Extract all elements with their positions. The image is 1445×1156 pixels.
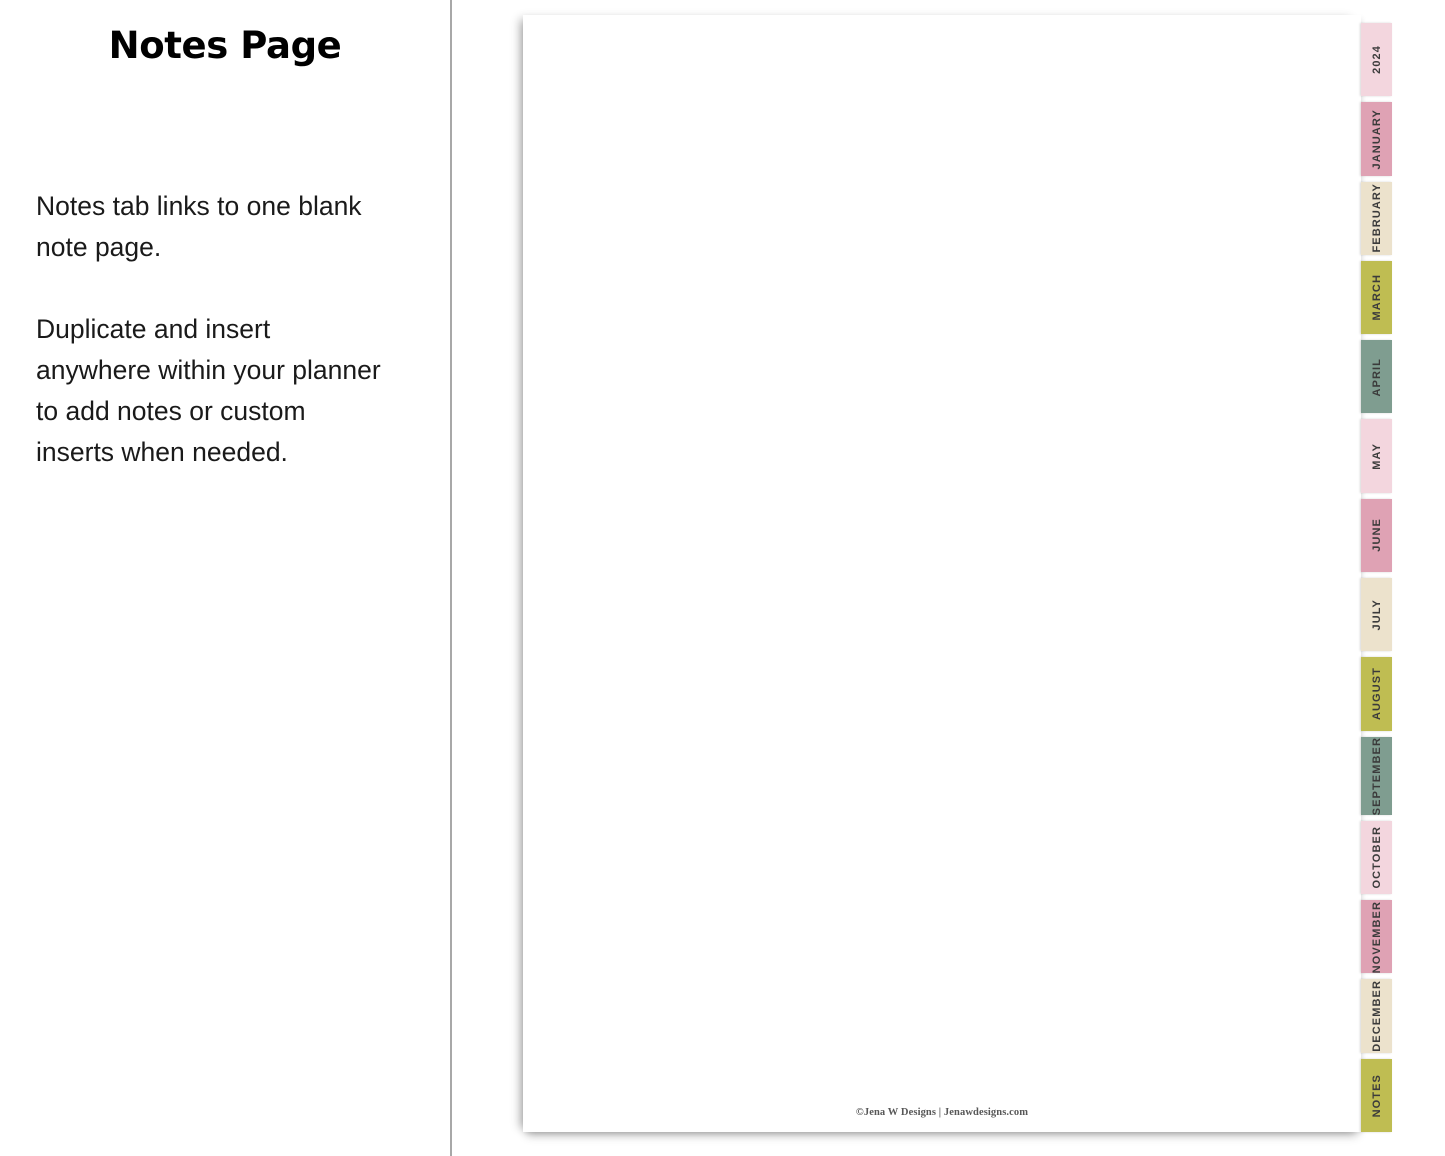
tab-label: NOVEMBER [1370, 900, 1383, 973]
tab-november[interactable]: NOVEMBER [1361, 900, 1392, 974]
panel-divider [450, 0, 452, 1156]
tab-june[interactable]: JUNE [1361, 498, 1392, 572]
tab-july[interactable]: JULY [1361, 577, 1392, 652]
tab-label: MARCH [1370, 274, 1383, 321]
tab-label: NOTES [1370, 1073, 1383, 1118]
tab-label: SEPTEMBER [1370, 736, 1383, 815]
tab-label: JULY [1370, 598, 1383, 631]
tab-december[interactable]: DECEMBER [1361, 979, 1392, 1053]
tab-2024[interactable]: 2024 [1361, 23, 1392, 97]
tab-september[interactable]: SEPTEMBER [1361, 736, 1392, 815]
tab-march[interactable]: MARCH [1361, 260, 1392, 335]
info-panel: Notes Page Notes tab links to one blank … [0, 0, 450, 1156]
tab-notes[interactable]: NOTES [1361, 1058, 1392, 1133]
page-footer-credit: ©Jena W Designs | Jenawdesigns.com [855, 1107, 1029, 1118]
description-text: Notes tab links to one blank note page. … [36, 186, 386, 473]
tab-label: 2024 [1370, 45, 1383, 75]
tab-label: MAY [1370, 442, 1383, 470]
tab-label: OCTOBER [1370, 826, 1383, 889]
tab-label: DECEMBER [1370, 980, 1383, 1052]
description-paragraph-2: Duplicate and insert anywhere within you… [36, 314, 381, 467]
blank-note-writing-area[interactable] [523, 15, 1361, 1102]
tab-january[interactable]: JANUARY [1361, 102, 1392, 176]
month-tab-strip[interactable]: 2024 JANUARY FEBRUARY MARCH APRIL MAY JUNE JULY… [1361, 23, 1392, 1133]
tab-label: JANUARY [1370, 108, 1383, 170]
tab-may[interactable]: MAY [1361, 419, 1392, 493]
tab-august[interactable]: AUGUST [1361, 657, 1392, 731]
tab-october[interactable]: OCTOBER [1361, 820, 1392, 895]
tab-label: APRIL [1370, 357, 1383, 397]
tab-february[interactable]: FEBRUARY [1361, 181, 1392, 255]
tab-label: AUGUST [1370, 667, 1383, 721]
tab-label: FEBRUARY [1370, 183, 1383, 253]
tab-april[interactable]: APRIL [1361, 340, 1392, 414]
planner-page-preview[interactable]: ©Jena W Designs | Jenawdesigns.com [523, 15, 1361, 1132]
page-title: Notes Page [108, 24, 342, 67]
description-paragraph-1: Notes tab links to one blank note page. [36, 191, 362, 262]
tab-label: JUNE [1370, 518, 1383, 553]
